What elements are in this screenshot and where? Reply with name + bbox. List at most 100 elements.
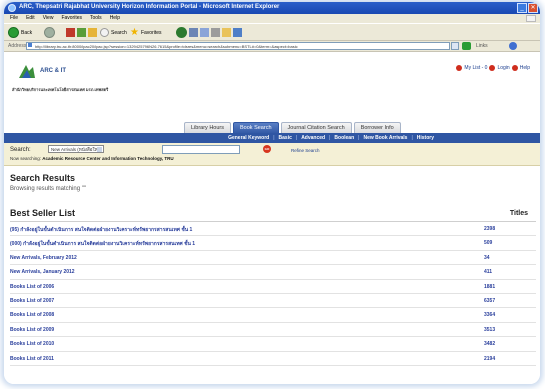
list-item-link[interactable]: Books List of 2006 [10,284,54,290]
list-item-count[interactable]: 3482 [484,341,495,347]
toolbar-extra-icon[interactable] [509,42,517,50]
list-header: Best Seller List Titles [10,207,536,222]
list-item-link[interactable]: (000) กำลังอยู่ในขั้นดำเนินการ สนใจติดต่… [10,240,195,248]
titles-column-header: Titles [509,210,528,217]
go-button[interactable] [462,42,471,50]
extra-toolbar-icons [176,27,242,38]
login-link[interactable]: Login [497,65,509,71]
list-item-count[interactable]: 6357 [484,298,495,304]
list-item-link[interactable]: Books List of 2008 [10,312,54,318]
menu-file[interactable]: File [10,14,18,23]
help-icon [511,65,518,71]
close-button[interactable]: ✕ [528,3,538,13]
now-searching-value: Academic Resource Center and Information… [42,156,174,161]
user-links: My List - 0 Login Help [456,65,530,71]
list-item: Books List of 2008 3364 [10,308,536,323]
list-item: (95) กำลังอยู่ในขั้นดำเนินการ สนใจติดต่อ… [10,222,536,237]
subnav-separator: | [329,135,331,141]
forward-arrow-icon [44,27,55,38]
mylist-link[interactable]: My List - 0 [464,65,487,71]
address-input[interactable]: http://library.tru.ac.th:8000/ipac20/ipa… [26,42,450,50]
refine-search-link[interactable]: Refine Search [291,148,320,153]
list-item-link[interactable]: (95) กำลังอยู่ในขั้นดำเนินการ สนใจติดต่อ… [10,226,192,234]
search-go-button[interactable]: GO [263,145,271,153]
list-item: Books List of 2006 1881 [10,280,536,294]
menu-bar: File Edit View Favorites Tools Help [4,14,540,23]
browser-window: ARC, Thepsatri Rajabhat University Horiz… [4,2,540,384]
help-link[interactable]: Help [520,65,530,71]
subnav-general-keyword[interactable]: General Keyword [228,133,269,143]
links-label[interactable]: Links [476,43,488,49]
search-bar: Search: New Arrivals (หนังสือใหม่) GO Re… [4,143,540,166]
search-label: Search [111,29,127,36]
menu-tools[interactable]: Tools [90,14,102,23]
list-item-link[interactable]: Books List of 2009 [10,327,54,333]
list-item: Books List of 2011 2194 [10,352,536,366]
search-subnav: General Keyword | Basic | Advanced | Boo… [4,133,540,143]
folder-icon[interactable] [222,28,231,37]
menu-view[interactable]: View [43,14,54,23]
list-item-count[interactable]: 509 [484,240,492,246]
logo-text: ARC & IT [40,68,66,74]
favorites-button[interactable]: ★ Favorites [130,27,162,38]
search-button[interactable]: Search [100,27,127,38]
home-icon[interactable] [88,28,97,37]
search-icon [100,28,109,37]
print-icon[interactable] [211,28,220,37]
refresh-icon[interactable] [77,28,86,37]
list-item-link[interactable]: Books List of 2010 [10,341,54,347]
search-label: Search: [10,147,31,153]
list-item: New Arrivals, January 2012 411 [10,265,536,280]
address-dropdown-icon[interactable] [451,42,459,50]
favorites-label: Favorites [140,29,162,36]
list-item-link[interactable]: New Arrivals, January 2012 [10,269,75,275]
mail-icon[interactable] [200,28,209,37]
list-item-link[interactable]: Books List of 2007 [10,298,54,304]
list-item-count[interactable]: 1881 [484,284,495,290]
back-arrow-icon [8,27,19,38]
page-icon [28,43,32,47]
search-type-select[interactable]: New Arrivals (หนังสือใหม่) [48,145,104,153]
menu-favorites[interactable]: Favorites [61,14,82,23]
windows-logo-icon [526,15,536,22]
list-item: Books List of 2009 3513 [10,323,536,338]
back-button[interactable]: Back [8,27,32,38]
media-icon[interactable] [176,27,187,38]
history-icon[interactable] [189,28,198,37]
list-item-count[interactable]: 411 [484,269,492,275]
list-item-count[interactable]: 3364 [484,312,495,318]
logo-subtitle: สำนักวิทยบริการและเทคโนโลยีสารสนเทศ มรภ.… [12,87,109,92]
list-item-count[interactable]: 34 [484,255,490,261]
subnav-new-book-arrivals[interactable]: New Book Arrivals [363,133,407,143]
list-item-count[interactable]: 3513 [484,327,495,333]
search-input[interactable] [162,145,240,154]
subnav-separator: | [295,135,298,141]
subnav-boolean[interactable]: Boolean [334,133,354,143]
menu-edit[interactable]: Edit [26,14,35,23]
forward-button[interactable] [44,27,55,38]
list-item: (000) กำลังอยู่ในขั้นดำเนินการ สนใจติดต่… [10,236,536,251]
list-item-count[interactable]: 2398 [484,226,495,232]
subnav-basic[interactable]: Basic [279,133,292,143]
list-heading: Best Seller List [10,208,76,218]
subnav-separator: | [358,135,360,141]
results-title: Search Results [10,173,76,183]
list-item-link[interactable]: Books List of 2011 [10,356,54,362]
best-seller-list: (95) กำลังอยู่ในขั้นดำเนินการ สนใจติดต่อ… [10,222,536,366]
stop-refresh-home-buttons [66,27,97,38]
login-icon [489,65,496,71]
window-controls: _ ✕ [517,3,538,13]
list-item: Books List of 2010 3482 [10,337,536,352]
list-item-link[interactable]: New Arrivals, February 2012 [10,255,77,261]
menu-help[interactable]: Help [110,14,120,23]
results-subtitle: Browsing results matching "" [10,186,86,192]
now-searching-label: Now searching: [10,156,42,161]
subnav-advanced[interactable]: Advanced [301,133,325,143]
messenger-icon[interactable] [233,28,242,37]
web-page: ARC & IT สำนักวิทยบริการและเทคโนโลยีสารส… [4,52,540,384]
minimize-button[interactable]: _ [517,3,527,13]
list-item-count[interactable]: 2194 [484,356,495,362]
back-label: Back [21,29,33,36]
stop-icon[interactable] [66,28,75,37]
subnav-history[interactable]: History [417,133,434,143]
